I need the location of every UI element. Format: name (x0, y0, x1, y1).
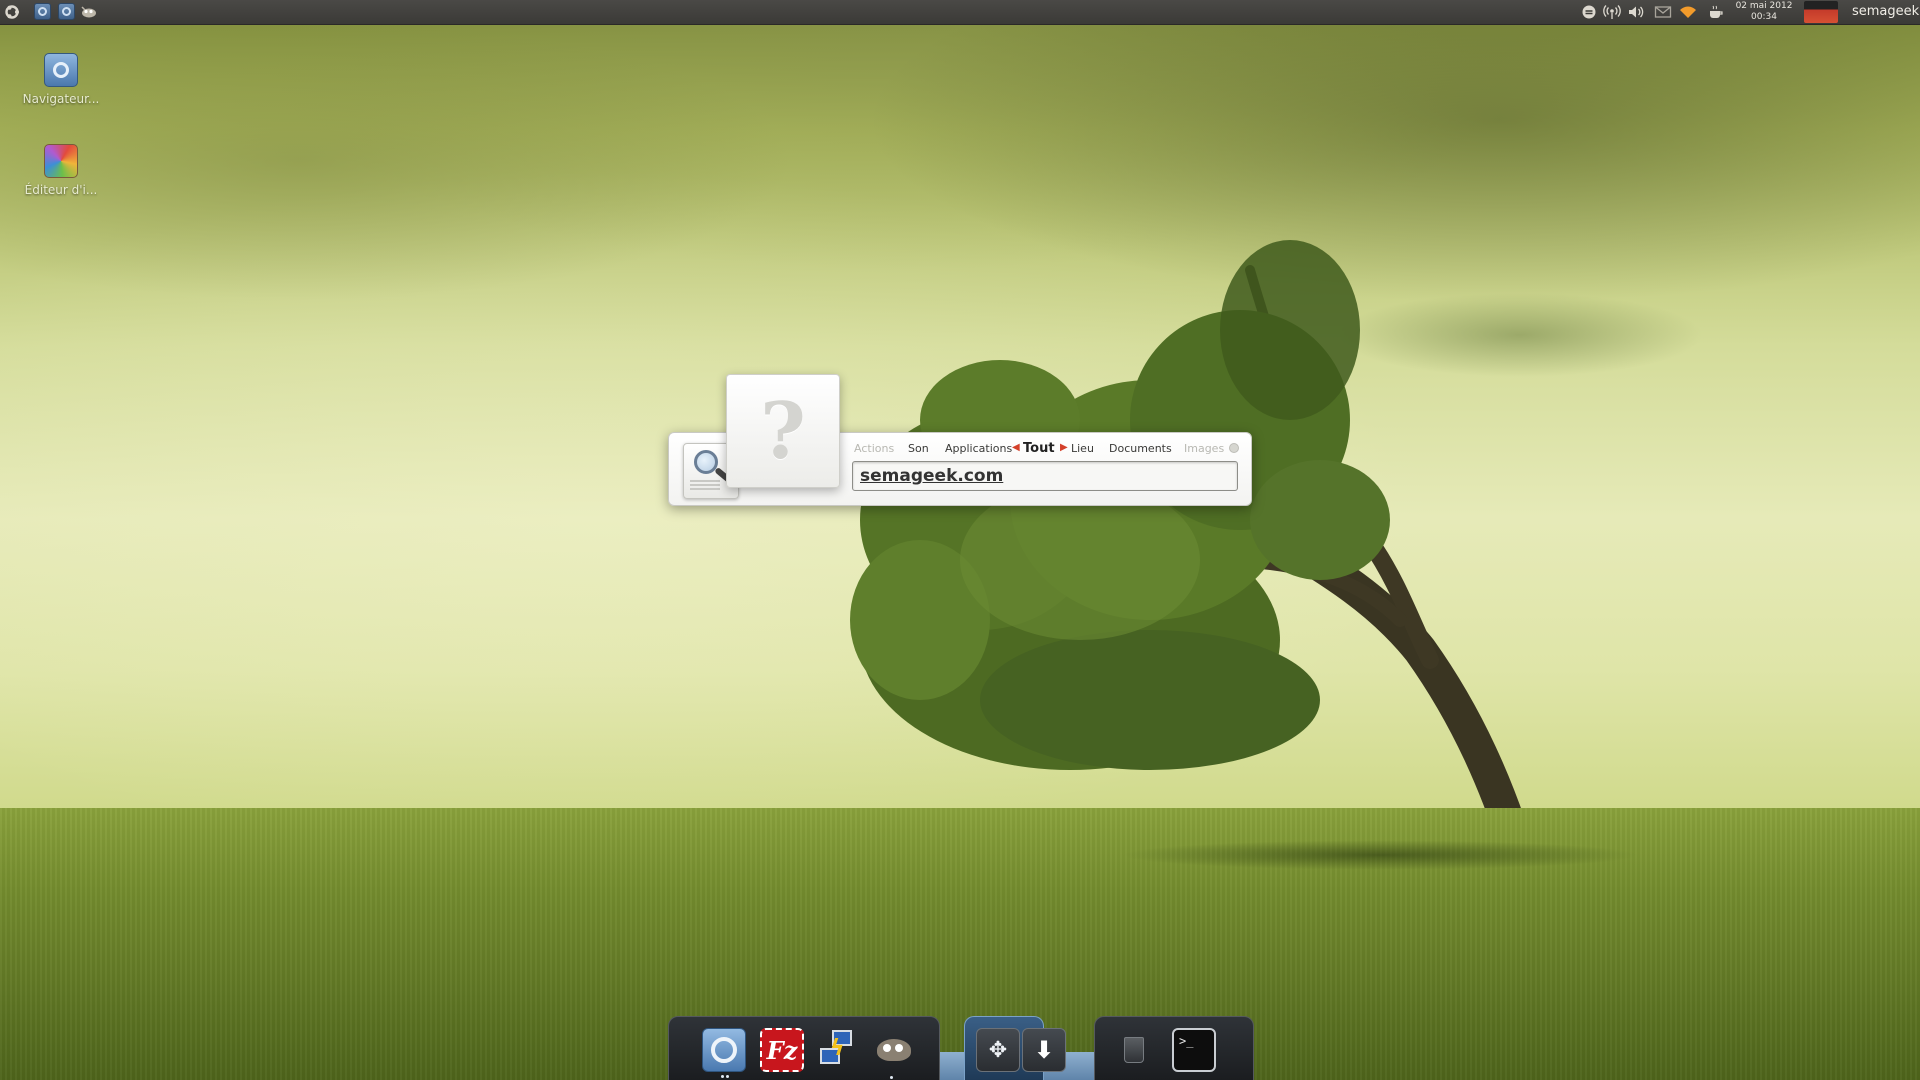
sync-icon[interactable] (1580, 3, 1598, 21)
category-tout[interactable]: Tout (1023, 441, 1055, 456)
browser-icon (44, 53, 78, 87)
result-preview: ? (726, 374, 840, 488)
gimp-mascot (877, 1039, 911, 1061)
desktop: 02 mai 2012 00:34 semageek Navigateur...… (0, 0, 1920, 1080)
desktop-icon-label: Navigateur... (22, 92, 100, 106)
dock-browser-icon[interactable] (702, 1028, 746, 1078)
unknown-result-icon: ? (760, 385, 806, 477)
running-indicator (721, 1075, 729, 1079)
dock-network-icon[interactable]: ϟ (816, 1028, 860, 1072)
lightning-icon: ϟ (830, 1036, 845, 1061)
category-bar: Actions Son Applications ◀ Tout ▶ Lieu D… (850, 440, 1226, 458)
search-input[interactable]: semageek.com (852, 461, 1238, 491)
mail-icon[interactable] (1654, 3, 1672, 21)
close-icon[interactable] (1229, 443, 1239, 453)
clock-date: 02 mai 2012 (1735, 1, 1793, 11)
category-images[interactable]: Images (1184, 442, 1224, 455)
category-prev-arrow-icon[interactable]: ◀ (1012, 442, 1020, 453)
category-applications[interactable]: Applications (945, 442, 1012, 455)
browser-launcher-icon[interactable] (34, 3, 51, 20)
image-editor-icon (44, 144, 78, 178)
category-documents[interactable]: Documents (1109, 442, 1172, 455)
browser-ring (711, 1037, 737, 1063)
user-avatar[interactable] (1804, 1, 1838, 23)
broadcast-icon[interactable] (1603, 3, 1621, 21)
clock[interactable]: 02 mai 2012 00:34 (1734, 1, 1794, 23)
dock-download-icon[interactable]: ⬇ (1022, 1028, 1066, 1072)
tree-shadow (1120, 840, 1640, 870)
dock-terminal-icon[interactable]: >_ (1172, 1028, 1216, 1072)
desktop-icon-label: Éditeur d'i... (24, 183, 98, 197)
document-lines (690, 480, 720, 492)
user-name[interactable]: semageek (1852, 4, 1919, 19)
dock: Fz ϟ ✥ ⬇ >_ (666, 1016, 1254, 1080)
top-panel: 02 mai 2012 00:34 semageek (0, 0, 1920, 25)
running-indicator (890, 1076, 898, 1080)
desktop-icon-image-editor[interactable]: Éditeur d'i... (6, 144, 116, 197)
filezilla-glyph: Fz (766, 1035, 798, 1065)
terminal-prompt: >_ (1179, 1034, 1194, 1048)
dock-filezilla-icon[interactable]: Fz (760, 1028, 804, 1072)
browser-launcher-icon[interactable] (58, 3, 75, 20)
category-actions[interactable]: Actions (854, 442, 894, 455)
dock-gimp-icon[interactable] (872, 1028, 916, 1079)
clock-time: 00:34 (1751, 12, 1777, 22)
category-next-arrow-icon[interactable]: ▶ (1060, 442, 1068, 453)
desktop-icon-browser[interactable]: Navigateur... (6, 53, 116, 106)
wifi-icon[interactable] (1679, 3, 1697, 21)
trash-bin (1124, 1037, 1144, 1063)
dock-trash-icon[interactable] (1112, 1028, 1156, 1072)
category-son[interactable]: Son (908, 442, 929, 455)
coffee-icon[interactable] (1707, 3, 1725, 21)
gimp-launcher-icon[interactable] (80, 3, 98, 21)
dock-move-icon[interactable]: ✥ (976, 1028, 1020, 1072)
volume-icon[interactable] (1627, 3, 1645, 21)
category-lieu[interactable]: Lieu (1071, 442, 1094, 455)
ubuntu-logo-icon[interactable] (3, 3, 21, 21)
